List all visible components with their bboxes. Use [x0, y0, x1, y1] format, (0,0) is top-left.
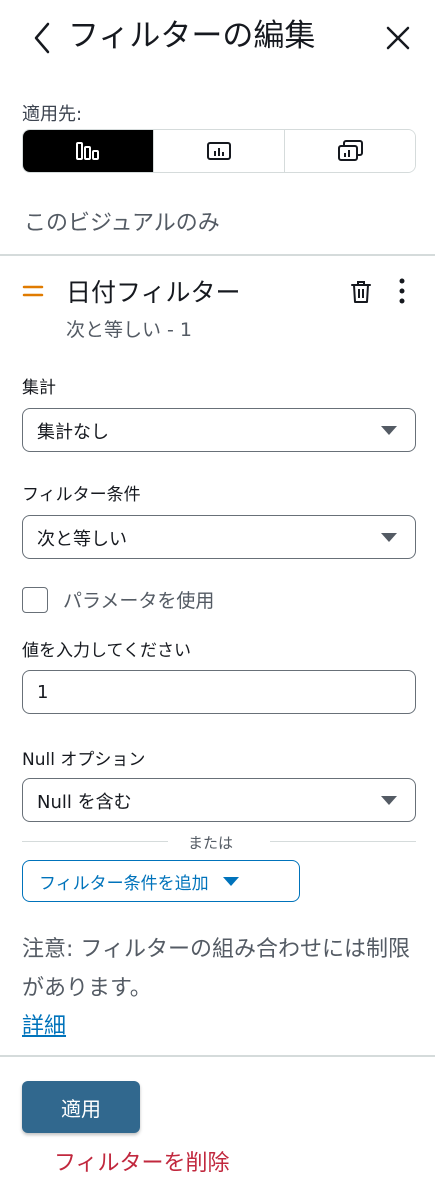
applies-to-segmented-control — [22, 129, 416, 173]
or-separator-text: または — [188, 834, 234, 852]
applies-to-this-visual-option[interactable] — [23, 130, 154, 172]
filter-condition-select[interactable]: 次と等しい — [22, 515, 416, 559]
filter-name: 日付フィルター — [66, 278, 241, 307]
caret-down-icon — [222, 876, 239, 886]
bar-chart-icon — [76, 142, 99, 160]
null-option-value: Null を含む — [37, 792, 132, 813]
multiple-visuals-icon — [338, 140, 363, 161]
caret-down-icon — [381, 533, 397, 542]
value-input-label: 値を入力してください — [22, 641, 191, 661]
applies-to-single-visual-option[interactable] — [154, 130, 285, 172]
visual-icon — [207, 142, 231, 160]
caret-down-icon — [381, 426, 397, 435]
value-input[interactable] — [22, 670, 416, 714]
divider — [0, 254, 435, 256]
add-filter-condition-button[interactable]: フィルター条件を追加 — [22, 860, 300, 902]
aggregation-label: 集計 — [22, 378, 56, 398]
add-filter-condition-label: フィルター条件を追加 — [39, 873, 209, 894]
applies-to-label: 適用先: — [22, 104, 83, 125]
filter-condition-label: フィルター条件 — [22, 485, 141, 505]
divider — [0, 1055, 435, 1057]
scope-description: このビジュアルのみ — [24, 211, 220, 236]
use-parameter-checkbox[interactable] — [22, 587, 48, 613]
close-icon[interactable] — [384, 24, 412, 52]
trash-icon[interactable] — [350, 280, 372, 304]
page-title: フィルターの編集 — [68, 18, 316, 54]
use-parameter-label[interactable]: パラメータを使用 — [63, 586, 214, 613]
back-chevron-icon[interactable] — [30, 20, 54, 56]
separator-line — [22, 841, 168, 842]
aggregation-select[interactable]: 集計なし — [22, 408, 416, 452]
drag-handle-icon[interactable] — [22, 283, 44, 299]
more-options-icon[interactable] — [395, 277, 409, 305]
filter-limit-note: 注意: フィルターの組み合わせには制限があります。 — [22, 937, 410, 1001]
apply-button[interactable]: 適用 — [22, 1081, 140, 1133]
caret-down-icon — [381, 796, 397, 805]
details-link[interactable]: 詳細 — [22, 1008, 66, 1040]
separator-line — [270, 841, 416, 842]
applies-to-multiple-visuals-option[interactable] — [285, 130, 415, 172]
filter-summary: 次と等しい - 1 — [66, 319, 193, 341]
delete-filter-link[interactable]: フィルターを削除 — [54, 1145, 230, 1177]
null-option-label: Null オプション — [22, 750, 146, 770]
null-option-select[interactable]: Null を含む — [22, 778, 416, 822]
aggregation-value: 集計なし — [37, 422, 109, 443]
filter-condition-value: 次と等しい — [37, 529, 127, 550]
